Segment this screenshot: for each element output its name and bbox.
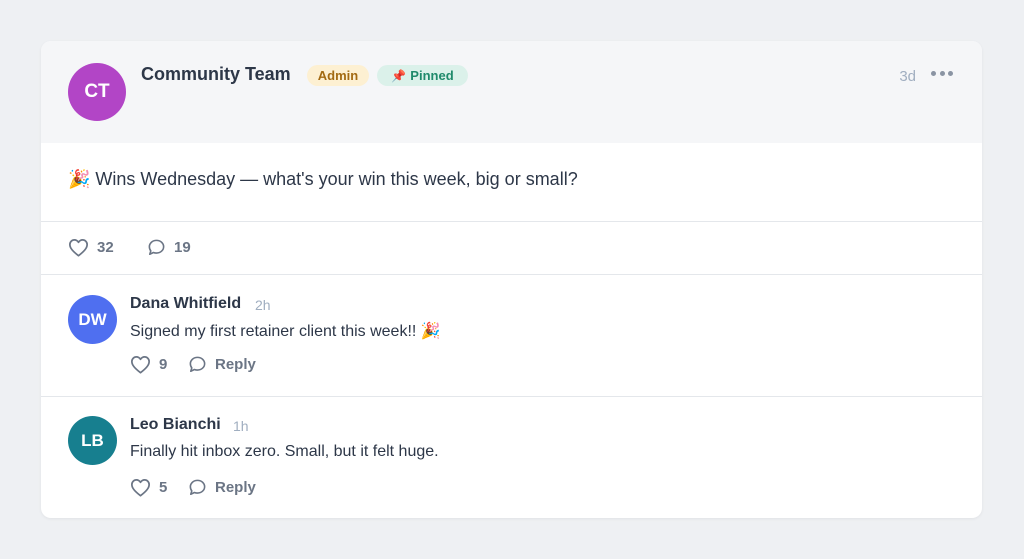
comment-icon [148,239,165,256]
avatar[interactable]: DW [68,295,117,344]
more-horizontal-icon[interactable] [931,69,953,77]
like-count: 9 [159,356,168,373]
comment-timestamp: 1h [233,418,249,434]
comment-count: 19 [174,239,191,256]
post-author-name[interactable]: Community Team [141,64,291,85]
comment-icon [189,479,206,496]
post-timestamp: 3d [899,68,916,85]
heart-icon [69,239,88,257]
pin-icon: 📌 [391,68,407,83]
reply-label: Reply [215,479,256,496]
divider [41,396,982,397]
comment-timestamp: 2h [255,297,271,313]
avatar[interactable]: CT [68,63,126,121]
divider [41,274,982,275]
heart-icon [130,479,150,497]
post-body: 🎉 Wins Wednesday — what's your win this … [68,169,578,189]
comment-text: Finally hit inbox zero. Small, but it fe… [130,443,439,460]
comment-like-button[interactable]: 9 [130,355,167,374]
reply-button[interactable]: Reply [188,478,256,497]
like-count: 32 [97,239,114,256]
comment-icon [189,356,206,373]
reply-label: Reply [215,356,256,373]
heart-icon [130,356,150,374]
pinned-badge: 📌 Pinned [377,65,468,86]
comment-author-name[interactable]: Dana Whitfield [130,295,241,313]
reply-button[interactable]: Reply [188,355,256,374]
pinned-badge-label: Pinned [410,68,454,83]
post-comment-button[interactable]: 19 [147,238,191,257]
comment-author-name[interactable]: Leo Bianchi [130,416,221,434]
like-count: 5 [159,479,168,496]
admin-badge: Admin [307,65,369,86]
post-like-button[interactable]: 32 [68,238,114,257]
comment-like-button[interactable]: 5 [130,478,167,497]
avatar[interactable]: LB [68,416,117,465]
post-header: CT Community Team Admin 📌 Pinned 3d [41,41,982,143]
divider [41,221,982,222]
post-card: CT Community Team Admin 📌 Pinned 3d 🎉 Wi… [41,41,982,518]
comment-text: Signed my first retainer client this wee… [130,323,441,340]
